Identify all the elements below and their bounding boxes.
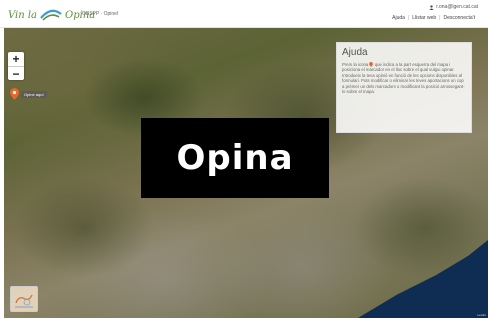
- sea-area: [358, 240, 488, 318]
- help-panel-title: Ajuda: [342, 47, 368, 58]
- app-name: OBSPP · Opinel: [82, 11, 119, 17]
- header-nav: Ajuda | Llistar web | Desconnecta't: [389, 15, 478, 21]
- banner-title: Opina: [176, 138, 294, 178]
- zoom-control: + −: [8, 52, 24, 81]
- logo-swoosh-icon: [40, 9, 62, 21]
- overlay-banner: Opina: [141, 118, 329, 198]
- user-account[interactable]: r.ona@lgen.cat.cat: [429, 4, 478, 10]
- logo-text-left: Vin la: [8, 9, 38, 21]
- help-text-start: Prem la icona: [342, 62, 369, 67]
- nav-link-list-web[interactable]: Llistar web: [409, 15, 439, 21]
- zoom-in-button[interactable]: +: [8, 52, 24, 66]
- marker-label: Opine aquí: [21, 90, 47, 98]
- help-text-rest: que indica a la part esquerra del mapa i…: [342, 62, 465, 95]
- layers-icon: [15, 294, 33, 308]
- app-header: Vin la Opina OBSPP · Opinel r.ona@lgen.c…: [0, 0, 488, 28]
- help-panel-body: Prem la icona que indica a la part esque…: [342, 62, 466, 94]
- user-email-text: r.ona@lgen.cat.cat: [436, 4, 478, 10]
- nav-link-logout[interactable]: Desconnecta't: [440, 15, 478, 21]
- user-icon: [429, 4, 434, 10]
- opine-marker[interactable]: Opine aquí: [10, 88, 47, 100]
- layer-switch-button[interactable]: [10, 286, 38, 312]
- map-attribution[interactable]: Leaflet: [477, 313, 486, 317]
- nav-link-help[interactable]: Ajuda: [389, 15, 408, 21]
- help-panel: Ajuda Prem la icona que indica a la part…: [336, 42, 472, 133]
- zoom-out-button[interactable]: −: [8, 66, 24, 81]
- map-pin-icon: [10, 88, 19, 100]
